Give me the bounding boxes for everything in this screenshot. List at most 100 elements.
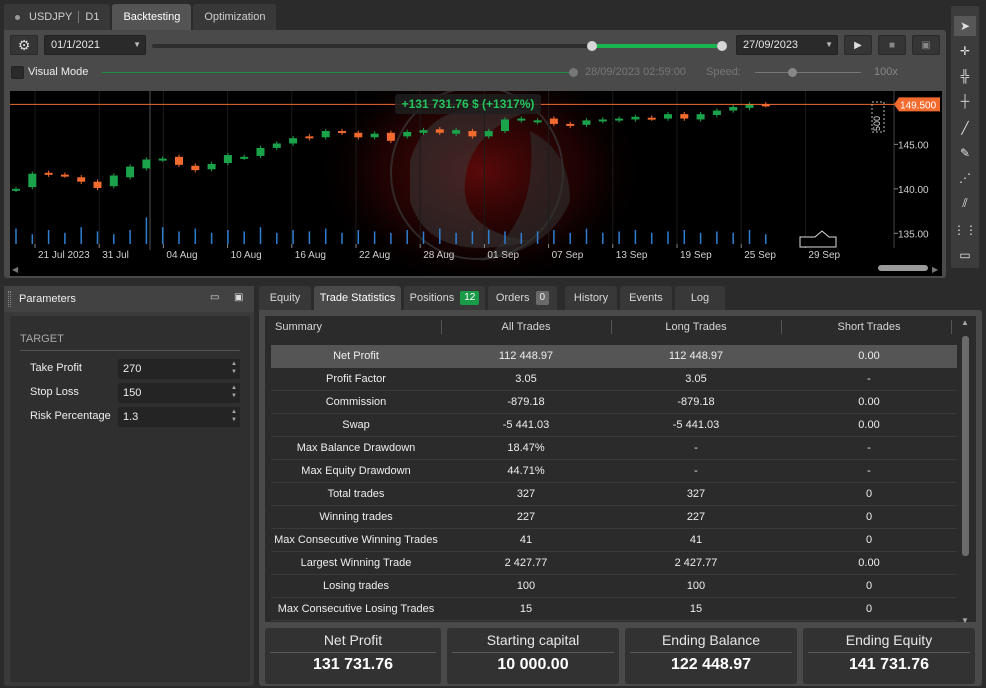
load-parameters-button[interactable]: ▭ — [210, 292, 222, 304]
speed-handle[interactable] — [788, 68, 797, 77]
candle — [44, 172, 53, 175]
y-tick-label: 140.00 — [898, 185, 929, 196]
candle — [403, 131, 412, 137]
table-row[interactable]: Total trades 327 327 0 — [271, 483, 957, 506]
stop-icon: ■ — [888, 39, 896, 51]
candle — [354, 132, 363, 138]
grid-tool-button[interactable]: ⋮⋮ — [953, 220, 977, 240]
table-row[interactable]: Max Equity Drawdown 44.71% - - — [271, 460, 957, 483]
play-button[interactable]: ▶ — [844, 35, 872, 55]
metric-value: 100 — [686, 580, 706, 592]
pen-tool-button[interactable]: ✎ — [954, 143, 976, 163]
chart-canvas[interactable]: 135.00 140.00 145.00 21 Jul 2023 31 Jul 04 A… — [10, 91, 942, 276]
column-header[interactable]: Short Trades — [781, 316, 957, 338]
crosshair-tool-button[interactable]: ✛ — [954, 41, 976, 61]
metric-value: 0 — [865, 488, 873, 500]
ending-balance-card: Ending Balance 122 448.97 — [625, 628, 797, 684]
table-row[interactable]: Winning trades 227 227 0 — [271, 506, 957, 529]
ctrader-logo-watermark — [310, 91, 650, 276]
y-axis: 135.00 140.00 145.00 — [893, 91, 929, 248]
pitchfork-icon: ⫽ — [962, 195, 968, 210]
zoom-tool-button[interactable]: ┼ — [954, 91, 976, 111]
take-profit-input[interactable]: 270 ▲ ▼ — [118, 359, 240, 379]
scrollbar-thumb[interactable] — [962, 336, 969, 556]
speed-value: 100x — [874, 66, 898, 78]
y-tick-label: 135.00 — [898, 229, 929, 240]
column-header[interactable]: Summary — [275, 316, 322, 338]
spinner-arrows-icon[interactable]: ▲ ▼ — [231, 360, 237, 376]
cursor-tool-button[interactable]: ➤ — [954, 16, 976, 36]
stop-loss-input[interactable]: 150 ▲ ▼ — [118, 383, 240, 403]
table-row[interactable]: Max Consecutive Losing Trades 15 15 0 — [271, 598, 957, 621]
tab-orders[interactable]: Orders 0 — [488, 286, 557, 310]
start-date-picker[interactable]: 01/1/2021 ▼ — [44, 35, 146, 55]
tab-label: Orders — [495, 292, 530, 304]
range-selection-fill — [592, 44, 717, 48]
table-row[interactable]: Commission -879.18 -879.18 0.00 — [271, 391, 957, 414]
date-range-slider[interactable] — [152, 41, 727, 51]
tab-history[interactable]: History — [565, 286, 617, 310]
speed-slider[interactable] — [755, 72, 861, 73]
param-row-stop-loss: Stop Loss 150 ▲ ▼ — [30, 383, 240, 403]
table-row[interactable]: Max Balance Drawdown 18.47% - - — [271, 437, 957, 460]
comment-tool-button[interactable]: ▭ — [954, 245, 976, 265]
fibonacci-tool-button[interactable]: ⋰ — [954, 168, 976, 188]
visual-mode-handle[interactable] — [569, 68, 578, 77]
stop-button[interactable]: ■ — [878, 35, 906, 55]
trend-line-button[interactable]: ╱ — [954, 118, 976, 138]
visual-mode-progress[interactable] — [102, 72, 574, 73]
crosshair-measure-button[interactable]: ╬ — [954, 66, 976, 86]
column-header[interactable]: All Trades — [441, 316, 611, 338]
range-start-handle[interactable] — [587, 41, 597, 51]
save-parameters-button[interactable]: ▣ — [234, 292, 246, 304]
metric-label: Max Consecutive Winning Trades — [274, 534, 438, 546]
tab-events[interactable]: Events — [620, 286, 672, 310]
price-chart[interactable]: 135.00 140.00 145.00 21 Jul 2023 31 Jul 04 A… — [10, 91, 942, 276]
x-tick-label: 21 Jul 2023 — [38, 250, 90, 261]
drag-handle-icon[interactable] — [8, 291, 11, 307]
candle — [240, 156, 249, 159]
candle — [93, 181, 102, 188]
risk-percentage-input[interactable]: 1.3 ▲ ▼ — [118, 407, 240, 427]
chevron-up-icon[interactable]: ▲ — [961, 318, 969, 327]
x-tick-label: 07 Sep — [552, 250, 584, 261]
tab-log[interactable]: Log — [675, 286, 725, 310]
spinner-arrows-icon[interactable]: ▲ ▼ — [231, 384, 237, 400]
card-value: 141 731.76 — [848, 656, 930, 673]
tab-trade-statistics[interactable]: Trade Statistics — [314, 286, 401, 310]
pitchfork-tool-button[interactable]: ⫽ — [954, 193, 976, 213]
tab-symbol[interactable]: USDJPY D1 — [4, 4, 111, 30]
table-row[interactable]: Losing trades 100 100 0 — [271, 575, 957, 598]
param-label: Stop Loss — [30, 386, 79, 398]
visual-mode-checkbox[interactable] — [11, 66, 24, 79]
backtest-panel: ⚙ 01/1/2021 ▼ 27/09/2023 ▼ ▶ ■ ▣ Visual … — [4, 30, 946, 278]
candle — [452, 130, 461, 134]
param-value: 1.3 — [123, 411, 139, 423]
range-end-handle[interactable] — [717, 41, 727, 51]
table-row[interactable]: Max Consecutive Winning Trades 41 41 0 — [271, 529, 957, 552]
table-scrollbar[interactable]: ▲ ▼ — [961, 318, 969, 625]
table-row[interactable]: Profit Factor 3.05 3.05 - — [271, 368, 957, 391]
save-report-button[interactable]: ▣ — [912, 35, 940, 55]
metric-value: 0.00 — [858, 419, 880, 431]
line-icon: ╱ — [961, 121, 969, 135]
metric-value: 15 — [689, 603, 703, 615]
candle — [680, 114, 689, 119]
table-row[interactable]: Swap -5 441.03 -5 441.03 0.00 — [271, 414, 957, 437]
settings-button[interactable]: ⚙ — [10, 35, 38, 55]
tab-optimization[interactable]: Optimization — [193, 4, 277, 30]
tab-equity[interactable]: Equity — [259, 286, 311, 310]
metric-value: 0 — [865, 580, 873, 592]
candle — [256, 147, 265, 156]
tab-backtesting[interactable]: Backtesting — [112, 4, 192, 30]
table-row[interactable]: Net Profit 112 448.97 112 448.97 0.00 — [271, 345, 957, 368]
tab-positions[interactable]: Positions 12 — [404, 286, 485, 310]
chevron-down-icon[interactable]: ▼ — [961, 616, 969, 625]
candle — [582, 120, 591, 125]
spinner-arrows-icon[interactable]: ▲ ▼ — [231, 408, 237, 424]
table-row[interactable]: Largest Winning Trade 2 427.77 2 427.77 0.0… — [271, 552, 957, 575]
column-header[interactable]: Long Trades — [611, 316, 781, 338]
x-tick-label: 29 Sep — [808, 250, 840, 261]
lot-marker: 500 — [871, 101, 885, 133]
end-date-picker[interactable]: 27/09/2023 ▼ — [736, 35, 838, 55]
